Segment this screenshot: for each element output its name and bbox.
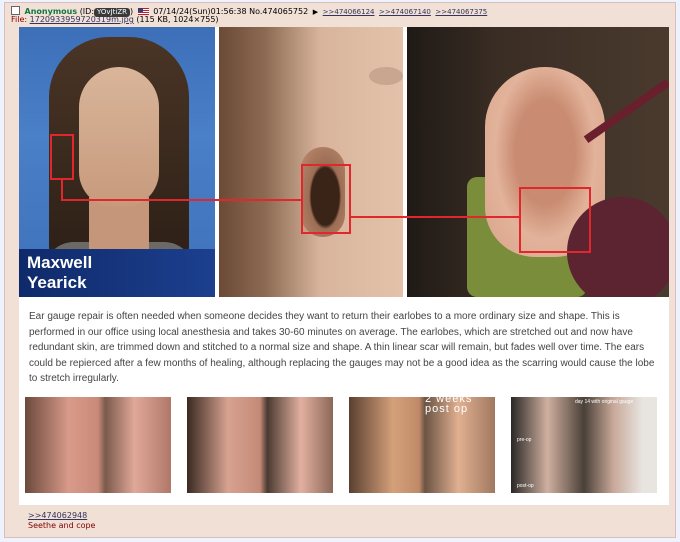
ear-comparison-panel <box>407 27 669 297</box>
post-container: Anonymous (ID: YOvJtiZR) 07/14/24(Sun)01:… <box>4 2 676 538</box>
highlight-box-3 <box>519 187 591 253</box>
ear-closeup-panel <box>219 27 403 297</box>
mugshot-panel: Maxwell Yearick <box>19 27 215 297</box>
name-line-2: Yearick <box>27 273 87 292</box>
photo-overlay-text: post-op <box>517 483 534 489</box>
file-label: File: <box>11 15 28 24</box>
us-flag-icon <box>137 8 149 15</box>
checkbox-icon[interactable] <box>11 6 20 15</box>
photo-overlay-text: pre-op <box>517 437 532 443</box>
photo-overlay-text: 2 weeks post op <box>425 397 473 415</box>
file-name-link[interactable]: 1720933959720319m.jpg <box>30 15 134 24</box>
before-after-photo-4: day 14 with original gauge pre-op post-o… <box>511 397 657 493</box>
before-after-photo-1 <box>25 397 171 493</box>
backlink[interactable]: >>474067375 <box>435 8 487 16</box>
comment-text: Seethe and cope <box>28 521 96 530</box>
name-line-1: Maxwell <box>27 253 93 272</box>
post-number[interactable]: No.474065752 <box>249 7 308 16</box>
post-comment: >>474062948 Seethe and cope <box>28 511 95 531</box>
before-after-photo-2 <box>187 397 333 493</box>
before-after-photo-3: 2 weeks post op <box>349 397 495 493</box>
arrow-right-icon[interactable]: ▶ <box>313 8 318 16</box>
connector-line <box>61 180 63 200</box>
image-caption: Ear gauge repair is often needed when so… <box>29 311 655 385</box>
connector-line <box>351 216 519 218</box>
highlight-box-2 <box>301 164 351 234</box>
backlink[interactable]: >>474067140 <box>379 8 431 16</box>
file-info-line: File: 1720933959720319m.jpg (115 KB, 102… <box>11 15 219 25</box>
highlight-box-1 <box>50 134 74 180</box>
file-meta: (115 KB, 1024×755) <box>136 15 219 24</box>
post-image[interactable]: Maxwell Yearick Ear gauge repair is ofte… <box>19 27 669 505</box>
connector-line <box>61 199 301 201</box>
photo-overlay-text: day 14 with original gauge <box>575 399 634 405</box>
name-plate: Maxwell Yearick <box>19 249 215 297</box>
backlink[interactable]: >>474066124 <box>323 8 375 16</box>
quote-link[interactable]: >>474062948 <box>28 511 95 521</box>
